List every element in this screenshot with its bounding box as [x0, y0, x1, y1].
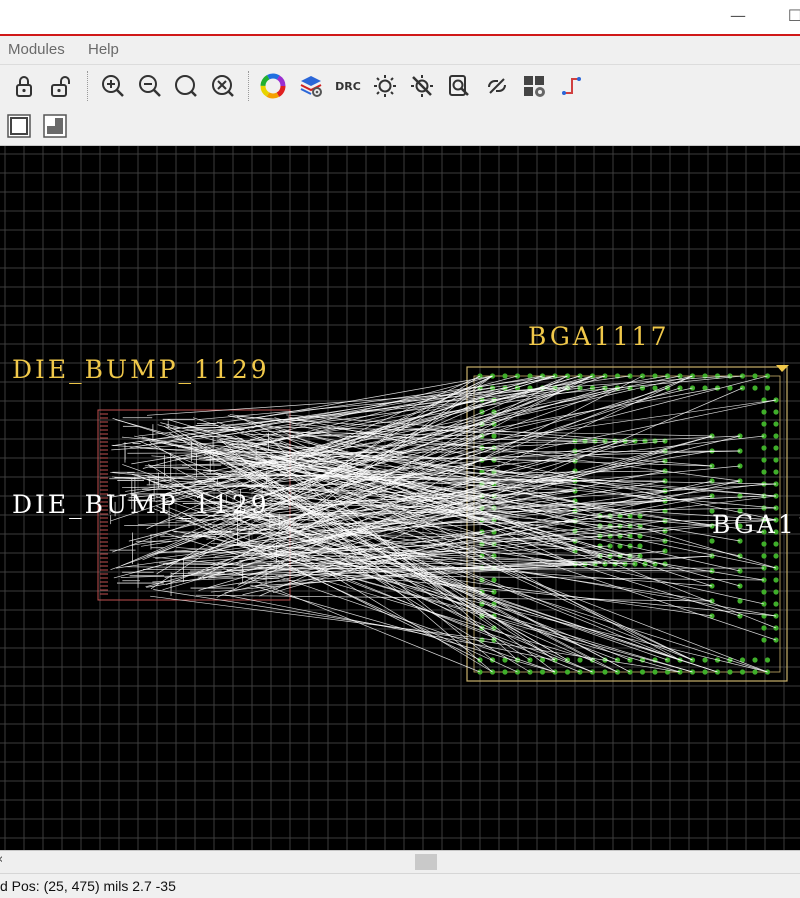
route-icon[interactable]: [557, 71, 587, 101]
unlock-icon[interactable]: [46, 71, 76, 101]
drc-icon[interactable]: DRC: [333, 71, 363, 101]
status-bar: d Pos: (25, 475) mils 2.7 -35: [0, 873, 800, 898]
outline-view-icon[interactable]: [4, 111, 34, 141]
unroute-icon[interactable]: [482, 71, 512, 101]
fill-view-icon[interactable]: [40, 111, 70, 141]
bga-label-inner: BGA11: [712, 510, 800, 539]
highlight-off-icon[interactable]: [407, 71, 437, 101]
scrollbar-thumb[interactable]: [415, 854, 437, 870]
toolbar-separator: [87, 71, 88, 101]
drc-label: DRC: [335, 79, 361, 93]
highlight-on-icon[interactable]: [370, 71, 400, 101]
cursor-position-text: d Pos: (25, 475) mils 2.7 -35: [0, 878, 176, 894]
module-settings-icon[interactable]: [519, 71, 549, 101]
toolbar-separator: [248, 71, 249, 101]
main-toolbar: DRC: [0, 64, 800, 108]
zoom-fit-icon[interactable]: [171, 71, 201, 101]
title-bar: — ☐: [0, 0, 800, 36]
view-toolbar: [0, 107, 800, 146]
minimize-button[interactable]: —: [723, 4, 753, 28]
horizontal-scrollbar[interactable]: ‹: [0, 850, 800, 873]
zoom-clear-icon[interactable]: [208, 71, 238, 101]
layout-drawing: DIE_BUMP_1129 DIE_BUMP_1129 BGA1117 BGA1…: [0, 146, 800, 850]
die-label-top: DIE_BUMP_1129: [12, 355, 270, 384]
zoom-in-icon[interactable]: [98, 71, 128, 101]
menu-help[interactable]: Help: [88, 41, 119, 58]
menu-bar: Modules Help: [0, 36, 800, 64]
die-label-inner: DIE_BUMP_1129: [12, 490, 270, 519]
maximize-button[interactable]: ☐: [780, 4, 800, 28]
search-report-icon[interactable]: [444, 71, 474, 101]
layout-canvas[interactable]: DIE_BUMP_1129 DIE_BUMP_1129 BGA1117 BGA1…: [0, 146, 800, 850]
zoom-out-icon[interactable]: [135, 71, 165, 101]
lock-icon[interactable]: [9, 71, 39, 101]
menu-modules[interactable]: Modules: [8, 41, 65, 58]
bga-label-top: BGA1117: [528, 322, 669, 351]
scroll-left-arrow[interactable]: ‹: [0, 852, 3, 867]
color-wheel-icon[interactable]: [258, 71, 288, 101]
layer-settings-icon[interactable]: [296, 71, 326, 101]
